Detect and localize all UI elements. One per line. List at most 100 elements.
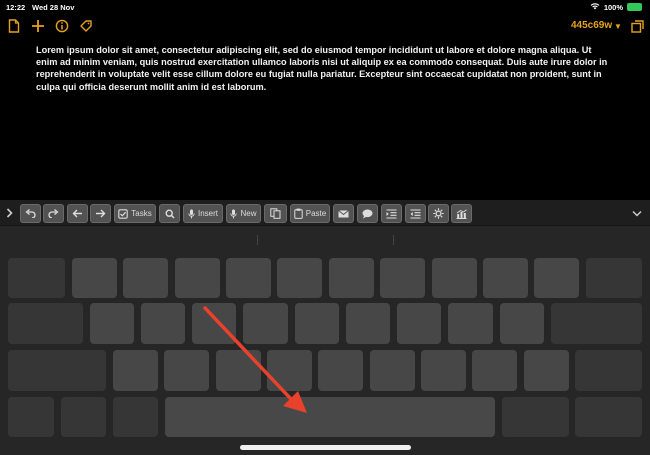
keyboard-key[interactable] bbox=[61, 397, 106, 437]
settings-icon bbox=[433, 208, 444, 219]
arrow-right-button[interactable] bbox=[90, 204, 111, 223]
status-bar: 12:22 Wed 28 Nov 100% bbox=[0, 0, 650, 14]
window-icon[interactable] bbox=[627, 16, 647, 36]
settings-button[interactable] bbox=[428, 204, 449, 223]
keyboard-key[interactable] bbox=[295, 303, 339, 344]
keyboard-key[interactable] bbox=[141, 303, 185, 344]
keyboard-key[interactable] bbox=[524, 350, 569, 391]
keyboard-key[interactable] bbox=[575, 397, 642, 437]
keyboard-key[interactable] bbox=[90, 303, 134, 344]
outdent-icon bbox=[410, 208, 421, 219]
arrow-left-button[interactable] bbox=[67, 204, 88, 223]
keyboard-key[interactable] bbox=[8, 303, 83, 344]
keyboard-key[interactable] bbox=[123, 258, 168, 298]
copy-button[interactable] bbox=[264, 204, 287, 223]
tag-icon[interactable] bbox=[76, 16, 96, 36]
keyboard-key[interactable] bbox=[432, 258, 477, 298]
paste-label: Paste bbox=[305, 209, 327, 218]
chart-button[interactable] bbox=[451, 204, 472, 223]
checkbox-icon bbox=[118, 208, 129, 219]
keyboard-key[interactable] bbox=[397, 303, 441, 344]
caret-down-icon[interactable]: ▼ bbox=[614, 22, 622, 31]
chevron-right-icon[interactable] bbox=[3, 205, 15, 221]
keyboard-key[interactable] bbox=[370, 350, 415, 391]
copy-icon bbox=[270, 208, 281, 219]
keyboard-key[interactable] bbox=[500, 303, 544, 344]
keyboard-key[interactable] bbox=[502, 397, 569, 437]
top-toolbar: 445c69w ▼ bbox=[0, 14, 650, 38]
keyboard-key[interactable] bbox=[483, 258, 528, 298]
keyboard-key[interactable] bbox=[318, 350, 363, 391]
prediction-bar bbox=[0, 227, 650, 249]
wifi-icon bbox=[590, 2, 600, 12]
keyboard-key[interactable] bbox=[421, 350, 466, 391]
status-indicators: 100% bbox=[590, 2, 642, 12]
arrow-right-icon bbox=[96, 209, 106, 218]
speech-bubble-icon bbox=[362, 209, 373, 218]
keyboard-key[interactable] bbox=[113, 350, 158, 391]
arrow-left-icon bbox=[72, 209, 82, 218]
insert-label: Insert bbox=[197, 209, 218, 218]
home-indicator bbox=[240, 445, 411, 450]
indent-button[interactable] bbox=[381, 204, 402, 223]
insert-button[interactable]: Insert bbox=[183, 204, 223, 223]
keyboard-key[interactable] bbox=[575, 350, 642, 391]
keyboard-key[interactable] bbox=[346, 303, 390, 344]
mail-icon bbox=[338, 209, 349, 217]
mail-button[interactable] bbox=[333, 204, 354, 223]
mic-icon bbox=[230, 209, 238, 218]
status-date: Wed 28 Nov bbox=[32, 3, 75, 12]
keyboard-key[interactable] bbox=[226, 258, 271, 298]
clipboard-icon bbox=[294, 208, 303, 219]
chevron-down-icon[interactable] bbox=[630, 206, 644, 220]
info-icon[interactable] bbox=[52, 16, 72, 36]
keyboard-key[interactable] bbox=[586, 258, 642, 298]
prediction-divider bbox=[393, 235, 394, 245]
keyboard-key[interactable] bbox=[277, 258, 322, 298]
keyboard-key[interactable] bbox=[267, 350, 312, 391]
keyboard-key[interactable] bbox=[8, 397, 54, 437]
tasks-button[interactable]: Tasks bbox=[114, 204, 156, 223]
battery-percent: 100% bbox=[603, 2, 623, 12]
search-button[interactable] bbox=[159, 204, 180, 223]
space-bar[interactable] bbox=[165, 397, 495, 437]
indent-icon bbox=[386, 208, 397, 219]
keyboard-key[interactable] bbox=[551, 303, 642, 344]
device-name[interactable]: 445c69w bbox=[571, 20, 612, 31]
keyboard-key[interactable] bbox=[216, 350, 261, 391]
plus-icon[interactable] bbox=[28, 16, 48, 36]
keyboard-key[interactable] bbox=[192, 303, 236, 344]
keyboard-key[interactable] bbox=[448, 303, 493, 344]
keyboard-key[interactable] bbox=[329, 258, 374, 298]
keyboard-key[interactable] bbox=[472, 350, 517, 391]
undo-icon bbox=[25, 209, 36, 218]
document-text[interactable]: Lorem ipsum dolor sit amet, consectetur … bbox=[36, 44, 614, 93]
keyboard-key[interactable] bbox=[113, 397, 158, 437]
comment-button[interactable] bbox=[357, 204, 378, 223]
keyboard-key[interactable] bbox=[8, 258, 65, 298]
keyboard-key[interactable] bbox=[8, 350, 106, 391]
chart-icon bbox=[456, 208, 467, 219]
status-time: 12:22 bbox=[6, 3, 26, 12]
keyboard-key[interactable] bbox=[534, 258, 579, 298]
battery-icon bbox=[627, 3, 642, 11]
keyboard-key[interactable] bbox=[175, 258, 220, 298]
prediction-divider bbox=[257, 235, 258, 245]
keyboard-key[interactable] bbox=[243, 303, 288, 344]
document-icon[interactable] bbox=[4, 16, 24, 36]
mic-icon bbox=[188, 209, 195, 218]
search-icon bbox=[164, 208, 175, 219]
keyboard-key[interactable] bbox=[380, 258, 425, 298]
redo-button[interactable] bbox=[43, 204, 64, 223]
new-label: New bbox=[240, 209, 257, 218]
paste-button[interactable]: Paste bbox=[290, 204, 330, 223]
shortcut-bar: Tasks Insert New Paste bbox=[0, 200, 650, 226]
keyboard-area: Tasks Insert New Paste bbox=[0, 200, 650, 455]
keyboard-key[interactable] bbox=[72, 258, 117, 298]
keyboard-key[interactable] bbox=[164, 350, 209, 391]
outdent-button[interactable] bbox=[405, 204, 426, 223]
tasks-label: Tasks bbox=[131, 209, 152, 218]
new-button[interactable]: New bbox=[226, 204, 261, 223]
undo-button[interactable] bbox=[20, 204, 41, 223]
redo-icon bbox=[48, 209, 59, 218]
